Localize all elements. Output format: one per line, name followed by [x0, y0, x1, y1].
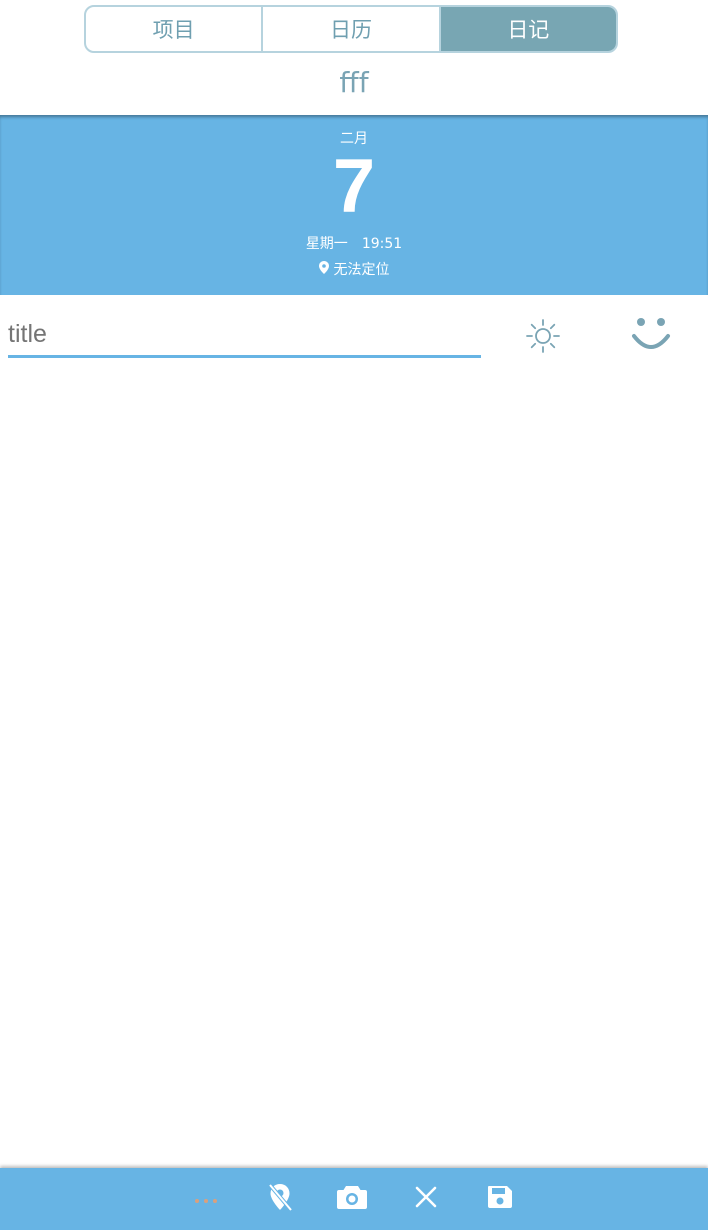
title-input[interactable]	[8, 318, 481, 358]
sun-icon	[523, 316, 563, 360]
date-header: 二月 7 星期一 19:51 无法定位	[0, 115, 708, 295]
location-pin-icon	[318, 260, 329, 278]
location-toggle-button[interactable]	[262, 1182, 298, 1216]
save-button[interactable]	[482, 1182, 518, 1216]
more-icon	[192, 1190, 220, 1209]
tab-diary[interactable]: 日记	[438, 7, 616, 51]
time-label: 19:51	[361, 236, 403, 252]
save-icon	[486, 1183, 514, 1215]
bottom-toolbar	[0, 1168, 708, 1230]
camera-icon	[336, 1183, 368, 1215]
tab-calendar[interactable]: 日历	[261, 7, 438, 51]
day-number: 7	[332, 144, 376, 229]
weekday-time: 星期一 19:51	[0, 233, 708, 253]
weekday-label: 星期一	[305, 236, 348, 252]
location-row: 无法定位	[0, 259, 708, 279]
smile-icon	[628, 312, 674, 362]
tab-projects[interactable]: 项目	[86, 7, 261, 51]
weather-button[interactable]	[520, 315, 566, 361]
more-button[interactable]	[188, 1182, 224, 1216]
segmented-tabs: 项目 日历 日记	[84, 5, 618, 53]
location-label: 无法定位	[333, 262, 390, 278]
camera-button[interactable]	[334, 1182, 370, 1216]
discard-button[interactable]	[408, 1182, 444, 1216]
notebook-name[interactable]: fff	[0, 66, 708, 99]
mood-button[interactable]	[626, 312, 676, 362]
close-icon	[414, 1185, 438, 1213]
location-off-icon	[265, 1182, 295, 1216]
diary-page: 项目 日历 日记 fff 二月 7 星期一 19:51 无法定位	[0, 0, 708, 1230]
